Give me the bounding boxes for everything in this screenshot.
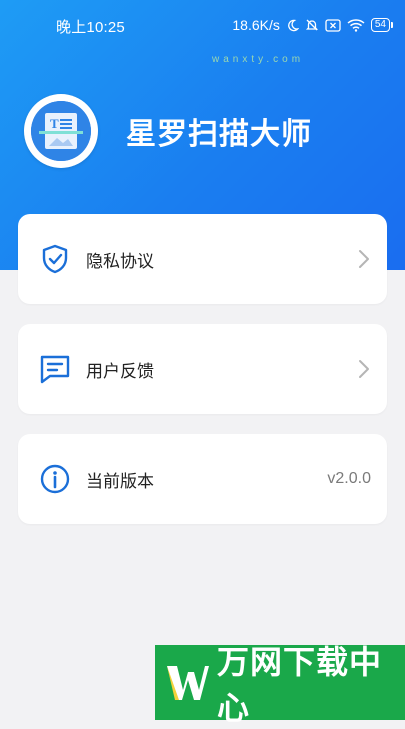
svg-text:T: T — [50, 116, 59, 131]
watermark-text: 万网下载中心 — [217, 643, 383, 726]
shield-check-icon — [38, 242, 72, 276]
app-name: 星罗扫描大师 — [126, 118, 312, 151]
scan-document-icon: T — [31, 101, 91, 161]
menu-item-feedback[interactable]: 用户反馈 — [18, 324, 387, 414]
chevron-right-icon — [357, 248, 371, 270]
network-speed: 18.6K/s — [232, 17, 280, 33]
version-value: v2.0.0 — [327, 470, 371, 487]
mute-bell-icon — [305, 18, 319, 32]
status-icons: 18.6K/s 54 — [232, 14, 393, 36]
menu-item-privacy[interactable]: 隐私协议 — [18, 214, 387, 304]
app-header: T 星罗扫描大师 — [24, 94, 312, 168]
menu-item-label: 用户反馈 — [86, 361, 154, 381]
watermark: 万网下载中心 — [155, 644, 405, 726]
battery-level: 54 — [370, 18, 390, 32]
watermark-logo-icon — [163, 658, 213, 708]
chat-lines-icon — [38, 352, 72, 386]
sim-x-icon — [325, 18, 341, 32]
chevron-right-icon — [357, 358, 371, 380]
wifi-icon — [347, 18, 365, 32]
menu-item-version[interactable]: 当前版本 v2.0.0 — [18, 434, 387, 524]
status-bar: 晚上10:25 18.6K/s 54 — [0, 0, 405, 48]
info-icon — [38, 462, 72, 496]
app-logo: T — [24, 94, 98, 168]
watermark-subtext: wanxty.com — [212, 54, 305, 65]
battery-icon: 54 — [370, 18, 393, 32]
status-time: 晚上10:25 — [56, 19, 125, 36]
menu-item-label: 隐私协议 — [86, 251, 154, 271]
menu-item-label: 当前版本 — [86, 471, 154, 491]
moon-icon — [286, 19, 299, 32]
